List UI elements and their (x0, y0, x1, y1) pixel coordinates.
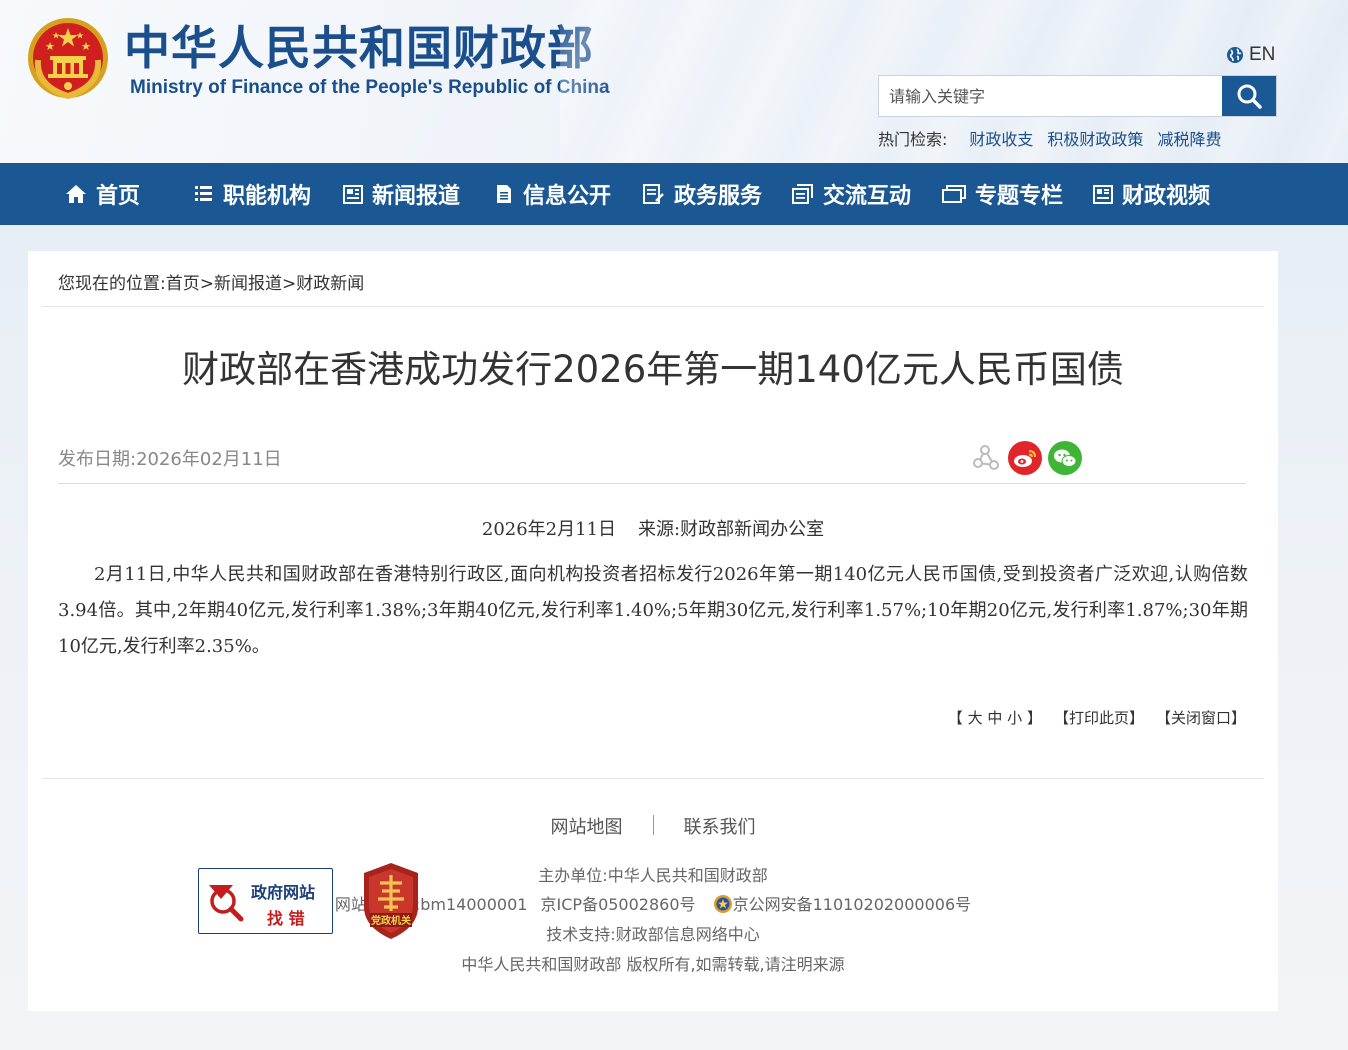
party-govt-emblem-icon: 党政机关 (364, 863, 418, 939)
national-emblem-icon[interactable] (26, 16, 110, 100)
nav-label: 职能机构 (223, 184, 312, 209)
breadcrumb-separator: > (199, 274, 214, 294)
article-title: 财政部在香港成功发行2026年第一期140亿元人民币国债 (182, 348, 1124, 391)
party-badge-label: 党政机关 (371, 914, 411, 927)
close-window-button[interactable]: 【关闭窗口】 (1156, 707, 1246, 728)
contact-link[interactable]: 联系我们 (654, 813, 786, 839)
nav-label: 政务服务 (674, 184, 763, 209)
nav-item-services[interactable]: 政务服务 (642, 163, 762, 225)
weibo-icon[interactable] (1008, 441, 1042, 475)
nav-label: 财政视频 (1122, 184, 1211, 209)
hot-search: 热门检索: 财政收支 积极财政政策 减税降费 (878, 126, 1221, 150)
chat-icon (792, 184, 813, 204)
footer-copyright: 中华人民共和国财政部 版权所有,如需转载,请注明来源 (461, 955, 845, 974)
divider (42, 306, 1264, 307)
site-header: 中华人民共和国财政部 Ministry of Finance of the Pe… (0, 0, 1348, 163)
hot-search-link[interactable]: 积极财政政策 (1047, 126, 1143, 150)
wechat-icon[interactable] (1048, 441, 1082, 475)
globe-icon (1227, 47, 1243, 63)
font-size-controls: 【 大 中 小 】 (948, 707, 1042, 728)
search-input[interactable] (879, 76, 1222, 116)
search-icon (1237, 84, 1262, 109)
font-small-button[interactable]: 小 (1007, 709, 1022, 727)
icp-link[interactable]: 京ICP备05002860号 (541, 895, 696, 914)
gov-badge-subtitle: 找 错 (267, 909, 305, 928)
article-body: 2月11日,中华人民共和国财政部在香港特别行政区,面向机构投资者招标发行2026… (58, 564, 1248, 657)
nav-item-disclosure[interactable]: 信息公开 (493, 163, 611, 225)
divider (42, 778, 1264, 779)
english-switch[interactable]: EN (1226, 44, 1275, 66)
nav-label: 交流互动 (823, 184, 912, 209)
font-size-bracket: 】 (1026, 709, 1042, 727)
site-title: 中华人民共和国财政部 (124, 21, 594, 75)
hot-search-link[interactable]: 减税降费 (1157, 126, 1221, 150)
nav-item-departments[interactable]: 职能机构 (193, 163, 311, 225)
magnifier-logo-icon (209, 885, 244, 922)
search-box (878, 75, 1277, 117)
share-bar (968, 441, 1082, 475)
nav-item-video[interactable]: 财政视频 (1092, 163, 1210, 225)
breadcrumb-home[interactable]: 首页 (166, 274, 200, 294)
document-icon (497, 185, 511, 203)
font-size-bracket: 【 (947, 709, 963, 727)
home-icon (66, 185, 86, 203)
search-button[interactable] (1222, 76, 1276, 116)
gov-badge-title: 政府网站 (251, 883, 316, 902)
font-large-button[interactable]: 大 (968, 709, 983, 727)
nav-item-news[interactable]: 新闻报道 (342, 163, 460, 225)
nav-item-interaction[interactable]: 交流互动 (791, 163, 911, 225)
publish-date: 发布日期:2026年02月11日 (58, 449, 282, 470)
hot-search-label: 热门检索: (878, 130, 948, 149)
footer-links: 网站地图 联系我们 (28, 813, 1278, 839)
nav-label: 专题专栏 (975, 184, 1064, 209)
form-icon (643, 184, 664, 204)
article-date: 2026年2月11日 (481, 519, 617, 540)
share-icon[interactable] (968, 441, 1002, 475)
sitemap-link[interactable]: 网站地图 (521, 813, 653, 839)
newspaper-icon (343, 185, 363, 204)
police-badge-icon (713, 895, 732, 913)
nav-item-topics[interactable]: 专题专栏 (941, 163, 1063, 225)
folder-icon (942, 185, 966, 203)
print-button[interactable]: 【打印此页】 (1054, 707, 1144, 728)
english-label: EN (1249, 44, 1276, 65)
nav-label: 首页 (96, 184, 141, 209)
gov-website-error-report-badge[interactable]: 政府网站 找 错 (198, 868, 333, 934)
breadcrumb-separator: > (281, 274, 297, 294)
breadcrumb-news[interactable]: 新闻报道 (214, 274, 282, 294)
divider (58, 483, 1246, 484)
video-icon (1093, 185, 1113, 204)
article-source: 来源:财政部新闻办公室 (638, 519, 825, 540)
nav-label: 信息公开 (523, 184, 612, 209)
breadcrumb: 您现在的位置:首页>新闻报道>财政新闻 (58, 269, 364, 294)
nav-label: 新闻报道 (372, 184, 461, 209)
article-meta: 2026年2月11日 来源:财政部新闻办公室 (28, 515, 1278, 541)
article-card: 您现在的位置:首页>新闻报道>财政新闻 财政部在香港成功发行2026年第一期14… (28, 251, 1278, 1011)
breadcrumb-finance-news[interactable]: 财政新闻 (296, 274, 364, 294)
article-tools: 【 大 中 小 】 【打印此页】 【关闭窗口】 (948, 707, 1246, 728)
police-record-link[interactable]: 京公网安备11010202000006号 (733, 895, 972, 914)
nav-item-home[interactable]: 首页 (64, 163, 140, 225)
party-government-badge[interactable]: 党政机关 (358, 861, 424, 941)
hot-search-link[interactable]: 财政收支 (969, 126, 1033, 150)
breadcrumb-prefix: 您现在的位置: (58, 274, 166, 294)
site-title-english: Ministry of Finance of the People's Repu… (130, 77, 610, 98)
main-nav: 首页 职能机构 新闻报道 信息公开 政务服务 交流互动 专题专栏 财政视频 (0, 163, 1348, 225)
list-icon (195, 186, 212, 201)
font-medium-button[interactable]: 中 (987, 709, 1002, 727)
